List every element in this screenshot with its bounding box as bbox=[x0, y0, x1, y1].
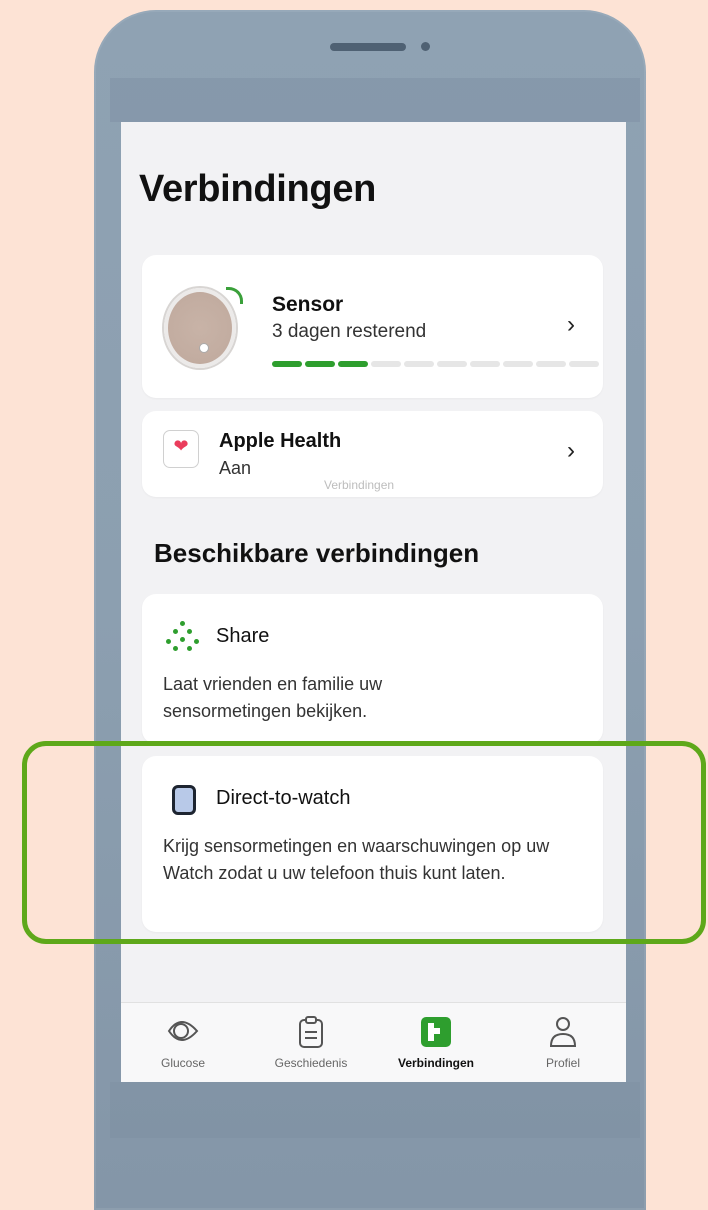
eye-drop-icon bbox=[167, 1021, 199, 1041]
section-title-available: Beschikbare verbindingen bbox=[154, 538, 480, 568]
progress-segment bbox=[404, 361, 434, 367]
sensor-life-progress bbox=[272, 361, 599, 367]
tab-glucose[interactable]: Glucose bbox=[123, 1003, 243, 1082]
front-camera bbox=[421, 42, 430, 51]
bezel-top-band bbox=[110, 78, 640, 122]
tab-profiel[interactable]: Profiel bbox=[503, 1003, 623, 1082]
tab-label: Profiel bbox=[545, 1056, 580, 1070]
clipboard-icon bbox=[299, 1016, 323, 1048]
chevron-right-icon: › bbox=[567, 311, 575, 338]
sensor-card[interactable]: Sensor 3 dagen resterend › bbox=[142, 255, 603, 398]
tab-label: Geschiedenis bbox=[274, 1056, 348, 1070]
sensor-device-dot bbox=[199, 343, 209, 353]
tab-verbindingen[interactable]: Verbindingen bbox=[376, 1003, 496, 1082]
progress-segment bbox=[338, 361, 368, 367]
signal-icon bbox=[226, 287, 243, 304]
progress-segment bbox=[569, 361, 599, 367]
tab-label: Verbindingen bbox=[397, 1056, 474, 1070]
ghost-label: Verbindingen bbox=[324, 478, 395, 492]
speaker-grille bbox=[330, 43, 406, 51]
chevron-right-icon: › bbox=[567, 437, 575, 464]
page-title: Verbindingen bbox=[139, 168, 377, 210]
share-card[interactable]: Share Laat vrienden en familie uw sensor… bbox=[142, 594, 603, 744]
person-icon bbox=[549, 1017, 577, 1047]
progress-segment bbox=[536, 361, 566, 367]
heart-icon: ❤ bbox=[173, 436, 189, 456]
highlight-callout bbox=[22, 741, 706, 944]
bezel-bottom-band bbox=[110, 1082, 640, 1138]
tab-geschiedenis[interactable]: Geschiedenis bbox=[251, 1003, 371, 1082]
apple-health-status: Aan bbox=[219, 458, 252, 478]
tab-label: Glucose bbox=[160, 1056, 206, 1070]
progress-segment bbox=[503, 361, 533, 367]
progress-segment bbox=[272, 361, 302, 367]
sensor-subtitle: 3 dagen resterend bbox=[272, 321, 427, 342]
progress-segment bbox=[470, 361, 500, 367]
apple-health-title: Apple Health bbox=[219, 430, 342, 452]
progress-segment bbox=[305, 361, 335, 367]
tab-bar: Glucose Geschiedenis Verbindingen Profie… bbox=[121, 1002, 626, 1082]
share-description: Laat vrienden en familie uw sensormeting… bbox=[163, 674, 383, 721]
progress-segment bbox=[437, 361, 467, 367]
apple-health-icon: ❤ bbox=[163, 430, 199, 468]
connections-icon bbox=[421, 1017, 451, 1047]
apple-health-card[interactable]: ❤ Apple Health Aan Verbindingen › bbox=[142, 411, 603, 497]
share-dots-icon bbox=[163, 621, 203, 655]
progress-segment bbox=[371, 361, 401, 367]
share-title: Share bbox=[216, 625, 270, 647]
sensor-title: Sensor bbox=[272, 293, 344, 316]
